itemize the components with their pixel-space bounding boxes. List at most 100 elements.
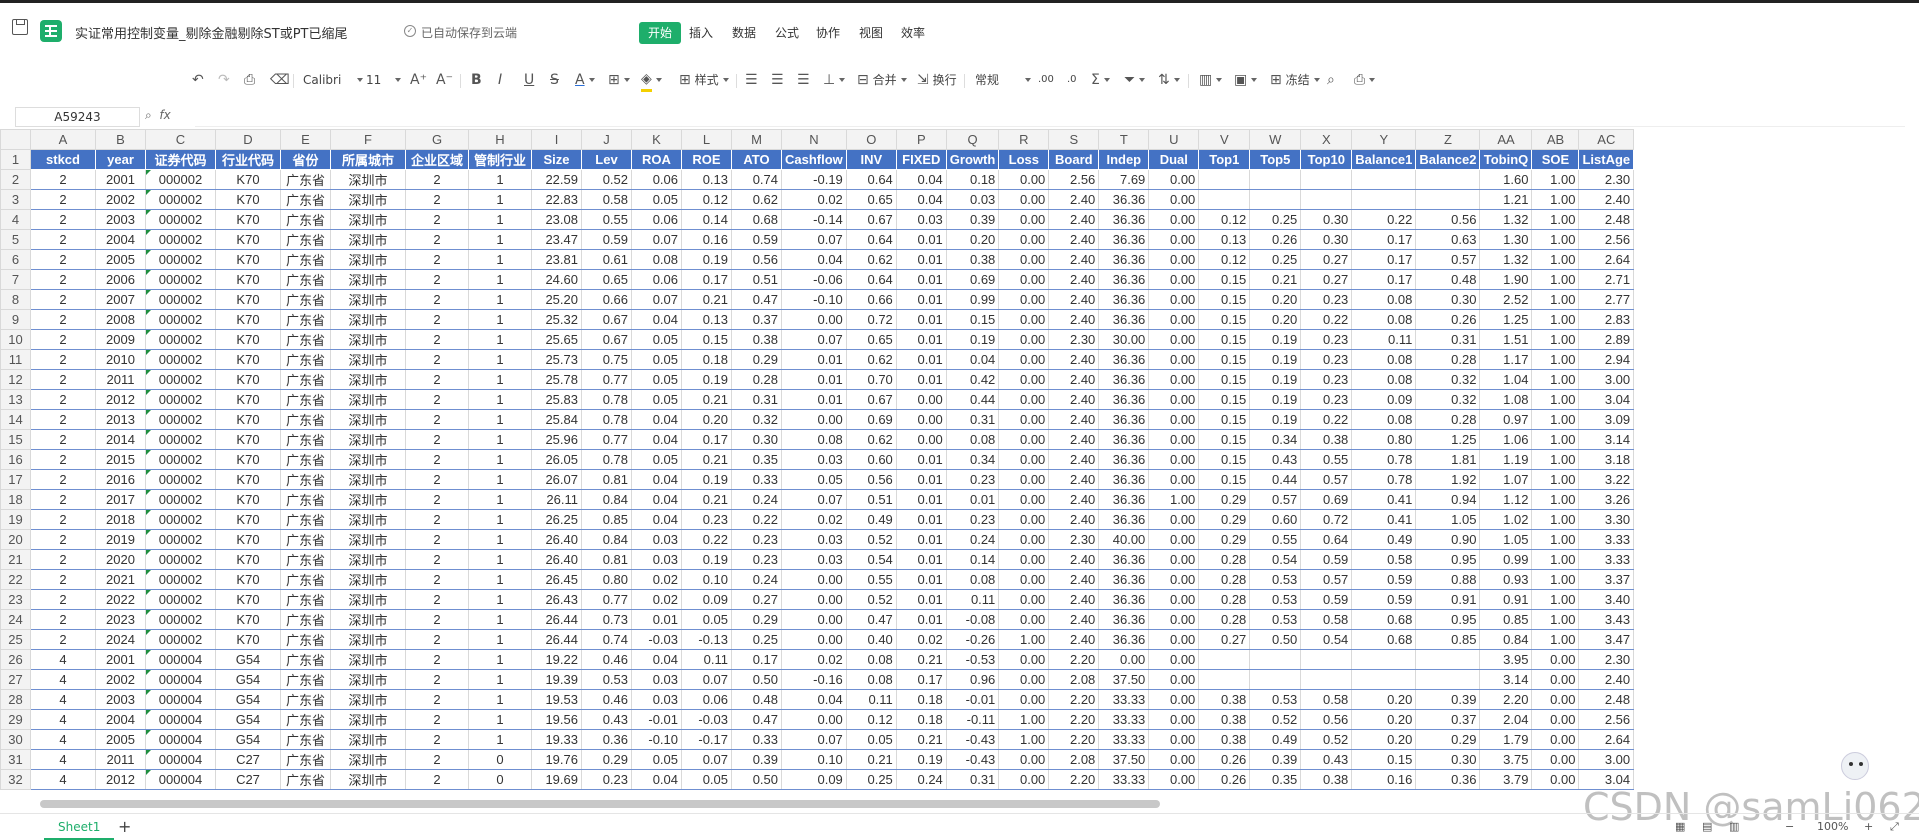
table-cell[interactable]: 2.56 bbox=[1048, 169, 1100, 190]
table-cell[interactable]: 3.14 bbox=[1479, 669, 1533, 690]
table-cell[interactable]: 19.76 bbox=[531, 749, 582, 770]
table-cell[interactable]: 000002 bbox=[145, 509, 216, 530]
table-cell[interactable]: 0.00 bbox=[895, 429, 947, 450]
table-cell[interactable]: 0.59 bbox=[1300, 589, 1353, 610]
table-cell[interactable]: 2 bbox=[30, 369, 96, 390]
header-cell[interactable]: ATO bbox=[731, 149, 782, 170]
table-cell[interactable]: 0.58 bbox=[581, 189, 632, 210]
image-icon[interactable]: ▣ bbox=[1234, 70, 1258, 90]
table-cell[interactable]: 深圳市 bbox=[330, 569, 406, 590]
table-cell[interactable]: 0.24 bbox=[731, 569, 782, 590]
table-cell[interactable]: 2.40 bbox=[1048, 509, 1100, 530]
column-header[interactable]: C bbox=[145, 129, 216, 150]
table-cell[interactable]: 0.08 bbox=[781, 429, 847, 450]
table-cell[interactable]: 2020 bbox=[95, 549, 146, 570]
table-cell[interactable]: 2.40 bbox=[1048, 629, 1100, 650]
table-cell[interactable]: 0.95 bbox=[1415, 609, 1481, 630]
table-cell[interactable]: 0.20 bbox=[945, 229, 1000, 250]
table-cell[interactable]: 2.30 bbox=[1578, 649, 1635, 670]
table-cell[interactable]: K70 bbox=[215, 489, 281, 510]
save-icon[interactable] bbox=[12, 19, 28, 35]
table-cell[interactable]: 2.71 bbox=[1578, 269, 1635, 290]
table-cell[interactable]: 2.40 bbox=[1048, 469, 1100, 490]
align-right-icon[interactable]: ☰ bbox=[797, 70, 810, 90]
table-cell[interactable]: 2016 bbox=[95, 469, 146, 490]
table-cell[interactable]: 0.69 bbox=[945, 269, 1000, 290]
table-cell[interactable]: 000002 bbox=[145, 409, 216, 430]
table-cell[interactable]: 0.04 bbox=[631, 309, 682, 330]
table-cell[interactable]: 0.00 bbox=[998, 309, 1050, 330]
table-cell[interactable]: 0.00 bbox=[998, 449, 1050, 470]
table-cell[interactable]: 36.36 bbox=[1098, 349, 1150, 370]
table-cell[interactable]: 1.19 bbox=[1479, 449, 1533, 470]
header-cell[interactable]: Size bbox=[531, 149, 582, 170]
table-cell[interactable]: 0.28 bbox=[1198, 569, 1251, 590]
header-cell[interactable]: ROA bbox=[631, 149, 682, 170]
table-cell[interactable]: 0.96 bbox=[945, 669, 1000, 690]
table-cell[interactable]: 0.74 bbox=[581, 629, 632, 650]
table-cell[interactable]: 深圳市 bbox=[330, 629, 406, 650]
table-cell[interactable]: 深圳市 bbox=[330, 529, 406, 550]
table-cell[interactable]: 0.57 bbox=[1300, 569, 1353, 590]
table-cell[interactable]: 0.01 bbox=[631, 609, 682, 630]
table-cell[interactable]: 0.50 bbox=[1249, 629, 1302, 650]
table-cell[interactable]: 广东省 bbox=[280, 489, 331, 510]
table-cell[interactable]: 000004 bbox=[145, 729, 216, 750]
table-cell[interactable]: 0.00 bbox=[1148, 309, 1200, 330]
table-cell[interactable]: 广东省 bbox=[280, 769, 331, 790]
table-cell[interactable]: 0.19 bbox=[1249, 369, 1302, 390]
table-cell[interactable]: 2 bbox=[405, 369, 469, 390]
table-cell[interactable]: 2014 bbox=[95, 429, 146, 450]
table-cell[interactable]: 2002 bbox=[95, 669, 146, 690]
table-cell[interactable]: 2.77 bbox=[1578, 289, 1635, 310]
table-cell[interactable]: 0.20 bbox=[1249, 289, 1302, 310]
table-cell[interactable]: 2.40 bbox=[1048, 269, 1100, 290]
view-page-icon[interactable]: ▥ bbox=[1729, 820, 1739, 833]
table-cell[interactable]: 0.25 bbox=[845, 769, 897, 790]
table-cell[interactable]: 3.00 bbox=[1578, 749, 1635, 770]
table-cell[interactable]: 0.34 bbox=[1249, 429, 1302, 450]
table-cell[interactable]: 2 bbox=[30, 549, 96, 570]
table-cell[interactable]: 1.05 bbox=[1479, 529, 1533, 550]
table-cell[interactable] bbox=[1249, 169, 1302, 190]
table-cell[interactable]: 2 bbox=[30, 529, 96, 550]
table-cell[interactable]: 26.07 bbox=[531, 469, 582, 490]
table-cell[interactable]: 0.03 bbox=[895, 209, 947, 230]
table-cell[interactable]: 25.65 bbox=[531, 329, 582, 350]
table-cell[interactable]: 2009 bbox=[95, 329, 146, 350]
table-cell[interactable]: 广东省 bbox=[280, 609, 331, 630]
table-cell[interactable]: 0.00 bbox=[998, 609, 1050, 630]
table-cell[interactable]: 3.30 bbox=[1578, 509, 1635, 530]
table-cell[interactable]: 0.24 bbox=[731, 489, 782, 510]
row-number[interactable]: 31 bbox=[0, 749, 31, 770]
row-number[interactable]: 24 bbox=[0, 609, 31, 630]
styles-button[interactable]: ⊞ 样式 bbox=[679, 70, 729, 90]
table-cell[interactable]: 1.04 bbox=[1479, 369, 1533, 390]
table-cell[interactable]: -0.16 bbox=[781, 669, 847, 690]
table-cell[interactable]: 0.00 bbox=[1148, 729, 1200, 750]
table-cell[interactable]: 2002 bbox=[95, 189, 146, 210]
table-cell[interactable]: 0.05 bbox=[781, 469, 847, 490]
table-cell[interactable] bbox=[1415, 169, 1481, 190]
vertical-align-icon[interactable]: ⊥ bbox=[823, 70, 846, 90]
table-cell[interactable]: 1 bbox=[468, 509, 532, 530]
table-cell[interactable]: 0.03 bbox=[631, 689, 682, 710]
table-cell[interactable]: 36.36 bbox=[1098, 189, 1150, 210]
table-cell[interactable]: 0.15 bbox=[1198, 269, 1251, 290]
table-cell[interactable]: 25.83 bbox=[531, 389, 582, 410]
table-cell[interactable]: 2.40 bbox=[1048, 309, 1100, 330]
table-cell[interactable]: 0.01 bbox=[895, 369, 947, 390]
table-cell[interactable]: 广东省 bbox=[280, 529, 331, 550]
table-cell[interactable]: 1.25 bbox=[1479, 309, 1533, 330]
table-cell[interactable]: 2.94 bbox=[1578, 349, 1635, 370]
table-cell[interactable]: 0.29 bbox=[731, 349, 782, 370]
table-cell[interactable]: 0.00 bbox=[998, 269, 1050, 290]
table-cell[interactable]: 1 bbox=[468, 289, 532, 310]
table-cell[interactable]: 0.31 bbox=[945, 769, 1000, 790]
table-cell[interactable]: 0.35 bbox=[731, 449, 782, 470]
table-cell[interactable]: 0.59 bbox=[1351, 569, 1417, 590]
name-box[interactable]: A59243 bbox=[15, 107, 140, 127]
table-cell[interactable]: 2 bbox=[30, 449, 96, 470]
table-cell[interactable]: 0.36 bbox=[581, 729, 632, 750]
table-cell[interactable]: 1 bbox=[468, 469, 532, 490]
